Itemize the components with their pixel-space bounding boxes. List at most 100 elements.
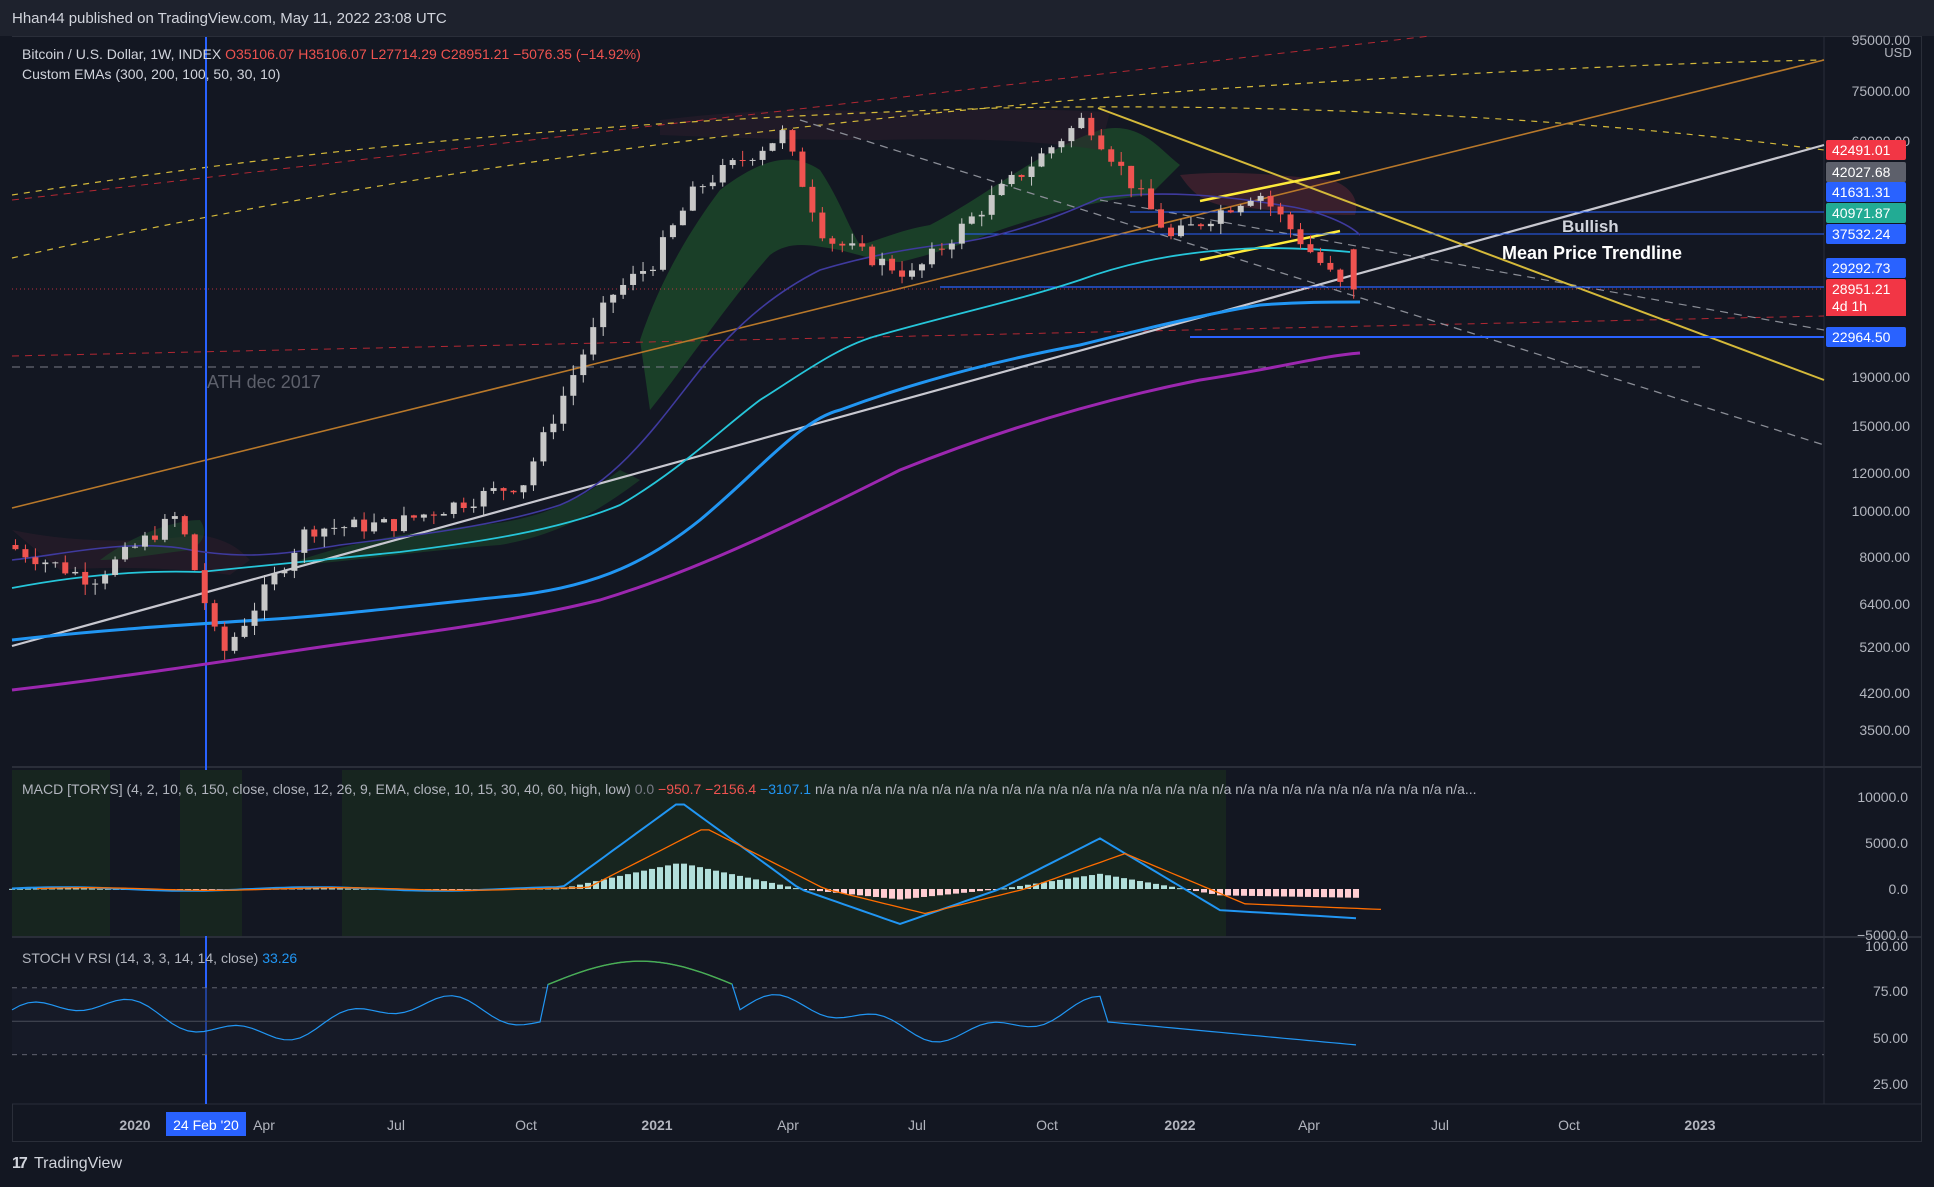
candle <box>938 248 945 250</box>
macd-histogram-bar <box>1009 887 1015 889</box>
chart-canvas[interactable]: 95000.0075000.0060000.0019000.0015000.00… <box>0 0 1934 1187</box>
macd-histogram-bar <box>1345 889 1351 898</box>
candle <box>1068 128 1075 142</box>
price-tick-label: 19000.00 <box>1852 369 1911 385</box>
macd-histogram-bar <box>1241 889 1247 896</box>
candle <box>640 271 647 274</box>
candle <box>1118 161 1125 166</box>
candle <box>659 237 666 270</box>
candle <box>1128 165 1135 189</box>
candle <box>719 165 726 183</box>
candle <box>92 583 99 585</box>
stoch-tick-label: 25.00 <box>1873 1076 1908 1092</box>
price-tick-label: 5200.00 <box>1859 639 1910 655</box>
candle <box>540 432 547 462</box>
open-value: O35106.07 <box>225 46 295 62</box>
macd-histogram-bar <box>729 874 735 889</box>
candle <box>1177 225 1184 237</box>
trendline-label: Mean Price Trendline <box>1502 243 1682 263</box>
candle <box>321 528 328 537</box>
price-tick-label: 8000.00 <box>1859 549 1910 565</box>
macd-tick-label: 0.0 <box>1889 881 1909 897</box>
stoch-tick-label: 75.00 <box>1873 983 1908 999</box>
macd-histogram-bar <box>777 884 783 889</box>
close-value: C28951.21 <box>440 46 510 62</box>
macd-histogram-bar <box>1129 879 1135 889</box>
stoch-tick-label: 100.00 <box>1865 938 1908 954</box>
candle <box>570 375 577 396</box>
macd-value-3: −2156.4 <box>705 781 757 797</box>
stoch-band-fill <box>12 987 1824 1055</box>
candle <box>769 143 776 151</box>
candle <box>809 186 816 213</box>
candle <box>1138 188 1145 190</box>
candle <box>1038 153 1045 167</box>
candle <box>351 519 358 528</box>
macd-histogram-bar <box>649 868 655 889</box>
candle <box>1088 117 1095 136</box>
candle <box>709 182 716 187</box>
candle <box>689 186 696 211</box>
candle <box>630 273 637 285</box>
macd-histogram-bar <box>617 875 623 889</box>
macd-tick-label: 5000.0 <box>1865 835 1908 851</box>
macd-histogram-bar <box>873 889 879 897</box>
candle <box>12 544 19 550</box>
candle <box>1197 224 1204 227</box>
price-tag-label: 40971.87 <box>1832 205 1891 221</box>
macd-histogram-bar <box>705 868 711 889</box>
macd-histogram-bar <box>697 867 703 889</box>
macd-histogram-bar <box>849 889 855 895</box>
price-tick-label: 15000.00 <box>1852 418 1911 434</box>
macd-histogram-bar <box>673 863 679 889</box>
macd-histogram-bar <box>953 889 959 894</box>
macd-histogram-bar <box>1089 875 1095 889</box>
macd-histogram-bar <box>1257 889 1263 897</box>
candle <box>1267 195 1274 207</box>
candle <box>799 151 806 187</box>
macd-histogram-bar <box>929 889 935 897</box>
time-tick-label: Apr <box>1298 1117 1320 1133</box>
time-tick-label: Jul <box>1431 1117 1449 1133</box>
candle <box>141 535 148 547</box>
macd-histogram-bar <box>665 865 671 889</box>
macd-histogram-bar <box>1169 886 1175 889</box>
candle <box>610 294 617 303</box>
candle <box>1028 166 1035 177</box>
stoch-label: STOCH V RSI (14, 3, 3, 14, 14, close) <box>22 950 259 966</box>
macd-histogram-bar <box>89 888 95 890</box>
currency-label: USD <box>1884 45 1911 60</box>
macd-histogram-bar <box>1097 873 1103 889</box>
candle <box>560 395 567 424</box>
candle <box>1187 224 1194 226</box>
macd-histogram-bar <box>625 874 631 889</box>
candle <box>102 574 109 584</box>
macd-histogram-bar <box>857 889 863 896</box>
candle <box>62 562 69 574</box>
candle <box>918 264 925 271</box>
bullish-label: Bullish <box>1562 217 1619 236</box>
macd-histogram-bar <box>745 877 751 889</box>
candle <box>52 562 59 564</box>
candle <box>112 559 119 575</box>
candle <box>899 270 906 277</box>
candle <box>1148 188 1155 210</box>
candle <box>500 488 507 491</box>
price-tag-label: 41631.31 <box>1832 184 1891 200</box>
tradingview-footer[interactable]: 17 TradingView <box>12 1155 122 1173</box>
macd-histogram-bar <box>769 882 775 889</box>
candle <box>151 535 158 540</box>
candle <box>391 519 397 532</box>
candle <box>1207 223 1214 227</box>
candle <box>1227 210 1234 213</box>
candle <box>32 557 39 565</box>
macd-histogram-bar <box>721 872 727 889</box>
candle <box>978 214 985 217</box>
candle <box>550 423 557 433</box>
candle <box>1350 249 1357 290</box>
candle <box>859 243 866 247</box>
price-tag-label: 4d 1h <box>1832 298 1867 314</box>
candle <box>749 159 756 161</box>
candle <box>669 225 676 238</box>
candle <box>958 223 965 244</box>
